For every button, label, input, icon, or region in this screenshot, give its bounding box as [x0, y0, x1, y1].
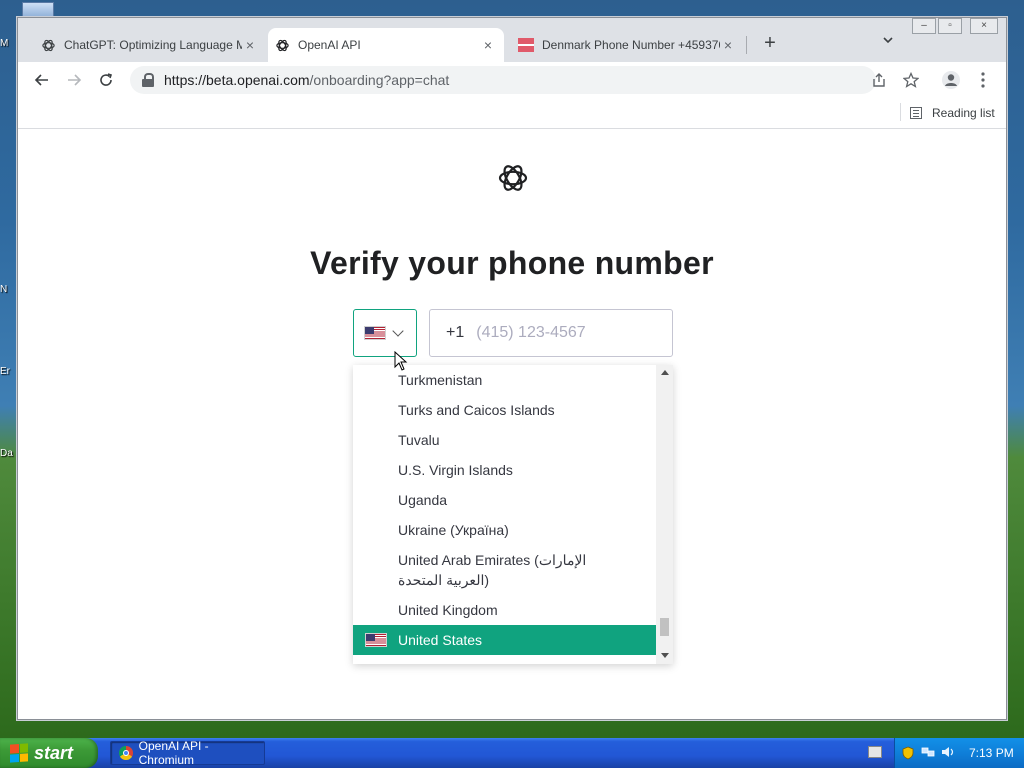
menu-icon[interactable] [969, 66, 997, 94]
tab-denmark-phone[interactable]: Denmark Phone Number +4593705 × [512, 28, 744, 62]
profile-icon[interactable] [937, 66, 965, 94]
desktop-label: Da [0, 448, 13, 459]
chevron-down-icon [392, 325, 404, 337]
country-option-label: Uganda [398, 492, 448, 508]
chromium-icon [119, 746, 133, 760]
start-label: start [34, 742, 74, 763]
security-shield-icon[interactable] [901, 746, 915, 760]
close-window-button[interactable]: × [970, 18, 998, 34]
chevron-down-icon[interactable] [878, 34, 898, 54]
openai-logo-icon [496, 161, 530, 195]
restore-button[interactable]: ▫ [938, 18, 962, 34]
keyboard-icon[interactable] [868, 746, 882, 758]
close-icon[interactable]: × [242, 37, 258, 53]
toolbar: https://beta.openai.com/onboarding?app=c… [18, 62, 1006, 98]
windows-logo-icon [10, 743, 28, 763]
temp-sms-icon [518, 37, 534, 53]
minimize-button[interactable]: – [912, 18, 936, 34]
country-dropdown-list[interactable]: Turkmenistan Turks and Caicos Islands Tu… [353, 365, 673, 664]
lock-icon [142, 73, 154, 87]
country-option-label: Tuvalu [398, 432, 440, 448]
us-flag-icon [364, 326, 386, 340]
desktop-label: M [0, 38, 9, 49]
country-option-label: United States [398, 632, 483, 648]
bookmark-bar: Reading list [18, 98, 1006, 129]
tab-title: ChatGPT: Optimizing Language Mod [64, 38, 242, 52]
url-text: https://beta.openai.com/onboarding?app=c… [164, 72, 449, 88]
new-tab-button[interactable]: + [758, 32, 782, 56]
taskbar-window-label: OpenAI API - Chromium [138, 739, 209, 767]
us-flag-icon [365, 633, 387, 647]
country-option-label: Ukraine (Україна) [398, 522, 509, 538]
country-option-label: Turks and Caicos Islands [398, 402, 555, 418]
country-option[interactable]: Uganda [353, 485, 656, 515]
country-option[interactable]: United Kingdom [353, 595, 656, 625]
network-icon[interactable] [921, 746, 935, 760]
tab-title: OpenAI API [298, 38, 361, 52]
openai-icon [274, 37, 290, 53]
taskbar: start OpenAI API - Chromium 7:13 PM [0, 738, 1024, 768]
tab-chatgpt[interactable]: ChatGPT: Optimizing Language Mod × [34, 28, 266, 62]
close-icon[interactable]: × [480, 37, 496, 53]
tab-title: Denmark Phone Number +4593705 [542, 38, 720, 52]
tab-separator [746, 36, 747, 54]
reload-button[interactable] [92, 66, 120, 94]
share-icon[interactable] [865, 66, 893, 94]
country-option[interactable]: Turks and Caicos Islands [353, 395, 656, 425]
address-bar[interactable]: https://beta.openai.com/onboarding?app=c… [130, 66, 876, 94]
country-option[interactable]: United Arab Emirates (‫الإمارات العربية … [353, 545, 656, 595]
phone-input[interactable] [474, 323, 659, 343]
country-option-label: Turkmenistan [398, 372, 483, 388]
country-option[interactable]: U.S. Virgin Islands [353, 455, 656, 485]
clock: 7:13 PM [969, 746, 1014, 760]
country-option-label: U.S. Virgin Islands [398, 462, 513, 478]
country-option-label: United Arab Emirates (‫الإمارات العربية … [398, 552, 587, 588]
start-button[interactable]: start [0, 738, 98, 768]
country-select[interactable] [353, 309, 417, 357]
openai-icon [40, 37, 56, 53]
url-host: https://beta.openai.com [164, 72, 310, 88]
country-option-selected[interactable]: United States [353, 625, 656, 655]
scroll-down-arrow-icon[interactable] [661, 653, 669, 658]
desktop-label: N [0, 284, 8, 295]
system-tray: 7:13 PM [894, 738, 1024, 768]
scroll-up-arrow-icon[interactable] [661, 370, 669, 375]
tab-openai-api[interactable]: OpenAI API × [268, 28, 504, 62]
bookmark-separator [900, 103, 901, 121]
star-icon[interactable] [897, 66, 925, 94]
dial-code: +1 [446, 324, 465, 341]
back-button[interactable] [28, 66, 56, 94]
reading-list-icon [910, 107, 922, 119]
desktop-icon[interactable] [22, 2, 54, 18]
forward-button[interactable] [60, 66, 88, 94]
country-option[interactable]: Tuvalu [353, 425, 656, 455]
url-path: /onboarding?app=chat [309, 72, 450, 88]
scrollbar-thumb[interactable] [660, 618, 669, 636]
reading-list-button[interactable]: Reading list [910, 102, 995, 124]
country-option[interactable]: Ukraine (Україна) [353, 515, 656, 545]
dropdown-scrollbar[interactable] [656, 365, 673, 664]
reading-list-label: Reading list [932, 106, 995, 120]
taskbar-window-item[interactable]: OpenAI API - Chromium [110, 739, 265, 767]
phone-input-group: +1 [429, 309, 673, 357]
page-title: Verify your phone number [310, 245, 714, 281]
close-icon[interactable]: × [720, 37, 736, 53]
desktop-label: Er [0, 366, 10, 377]
volume-icon[interactable] [941, 746, 955, 760]
country-option-label: United Kingdom [398, 602, 498, 618]
browser-window: ChatGPT: Optimizing Language Mod × OpenA… [17, 17, 1007, 720]
page-content: Verify your phone number +1 Turkmenistan… [18, 129, 1006, 719]
tab-strip: ChatGPT: Optimizing Language Mod × OpenA… [18, 18, 1006, 62]
